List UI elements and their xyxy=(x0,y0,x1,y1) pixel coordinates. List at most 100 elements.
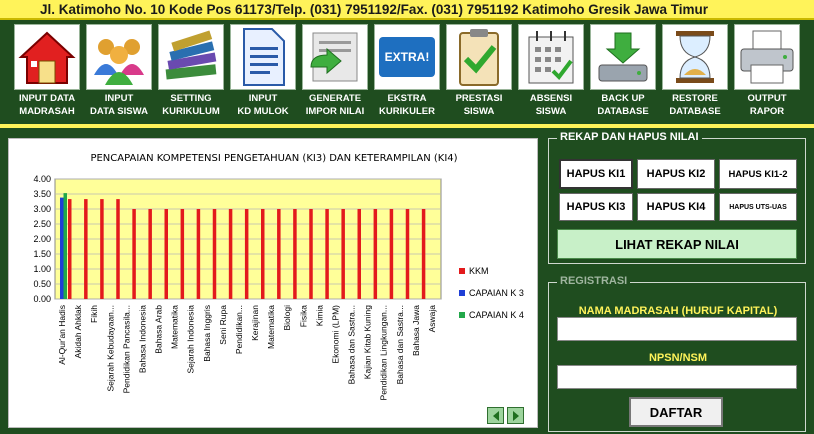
nama-madrasah-label: NAMA MADRASAH (HURUF KAPITAL) xyxy=(578,305,778,317)
toolbar-label: RESTORE xyxy=(672,93,718,104)
input-data-siswa-button[interactable]: INPUT DATA SISWA xyxy=(84,24,154,124)
rekap-legend: REKAP DAN HAPUS NILAI xyxy=(557,131,702,143)
daftar-button[interactable]: DAFTAR xyxy=(629,397,723,427)
y-tick-label: 0.00 xyxy=(33,294,51,304)
x-tick-label: Pendidikan Pancasila... xyxy=(121,305,131,393)
hapus-uts-uas-button[interactable]: HAPUS UTS-UAS xyxy=(719,193,797,221)
y-tick-label: 3.50 xyxy=(33,189,51,199)
bar xyxy=(277,209,281,299)
bar xyxy=(84,199,88,299)
npsn-input[interactable] xyxy=(557,365,797,389)
hapus-ki1-button[interactable]: HAPUS KI1 xyxy=(559,159,633,189)
generate-impor-nilai-button[interactable]: GENERATE IMPOR NILAI xyxy=(300,24,370,124)
y-tick-label: 1.50 xyxy=(33,249,51,259)
x-tick-label: Bahasa Arab xyxy=(154,305,164,354)
toolbar-label: DATABASE xyxy=(669,106,721,117)
toolbar-label: KD MULOK xyxy=(237,106,289,117)
x-tick-label: Akidah Ahklak xyxy=(73,304,83,358)
toolbar-label: INPUT xyxy=(104,93,134,104)
x-tick-label: Fisika xyxy=(298,305,308,327)
x-tick-label: Seni Rupa xyxy=(218,305,228,345)
toolbar-label: RAPOR xyxy=(749,106,785,117)
toolbar-label: INPUT DATA xyxy=(18,93,76,104)
bar xyxy=(309,209,313,299)
nama-madrasah-input[interactable] xyxy=(557,317,797,341)
toolbar-label: GENERATE xyxy=(308,93,362,104)
bar xyxy=(196,209,201,299)
output-rapor-button[interactable]: OUTPUT RAPOR xyxy=(732,24,802,124)
prestasi-siswa-button[interactable]: PRESTASI SISWA xyxy=(444,24,514,124)
toolbar-label: BACK UP xyxy=(601,93,645,104)
legend-label: KKM xyxy=(469,266,489,276)
input-data-madrasah-button[interactable]: INPUT DATA MADRASAH xyxy=(12,24,82,124)
bar xyxy=(261,209,265,299)
bar xyxy=(132,209,136,299)
hapus-ki4-button[interactable]: HAPUS KI4 xyxy=(637,193,715,221)
hapus-ki2-button[interactable]: HAPUS KI2 xyxy=(637,159,715,189)
arrow-left-icon xyxy=(492,410,499,421)
toolbar-label: MADRASAH xyxy=(19,106,75,117)
registrasi-legend: REGISTRASI xyxy=(557,275,631,287)
bar xyxy=(293,209,297,299)
y-tick-label: 3.00 xyxy=(33,204,51,214)
chart-title: PENCAPAIAN KOMPETENSI PENGETAHUAN (KI3) … xyxy=(90,153,457,164)
input-kd-mulok-button[interactable]: INPUT KD MULOK xyxy=(228,24,298,124)
bar xyxy=(63,193,67,299)
hapus-ki1-2-button[interactable]: HAPUS KI1-2 xyxy=(719,159,797,189)
toolbar-label: EKSTRA xyxy=(387,93,427,104)
chart-panel: PENCAPAIAN KOMPETENSI PENGETAHUAN (KI3) … xyxy=(8,138,538,428)
bar xyxy=(68,199,72,299)
bar xyxy=(100,199,104,299)
backup-drive-icon xyxy=(590,24,656,90)
bar xyxy=(357,209,361,299)
import-icon xyxy=(302,24,368,90)
toolbar-label: SETTING xyxy=(170,93,212,104)
hapus-ki3-button[interactable]: HAPUS KI3 xyxy=(559,193,633,221)
bar xyxy=(405,209,410,299)
toolbar-label: DATA SISWA xyxy=(90,106,148,117)
lihat-rekap-nilai-button[interactable]: LIHAT REKAP NILAI xyxy=(557,229,797,259)
prev-page-button[interactable] xyxy=(487,407,504,424)
house-icon xyxy=(14,24,80,90)
toolbar-label: INPUT xyxy=(248,93,278,104)
toolbar-label: OUTPUT xyxy=(747,93,787,104)
toolbar-label: IMPOR NILAI xyxy=(305,106,365,117)
extra-icon: EXTRA! xyxy=(374,24,440,90)
bar xyxy=(212,209,217,299)
x-tick-label: Kajian Kitab Kuning xyxy=(363,305,373,379)
x-tick-label: Biologi xyxy=(282,305,292,331)
backup-database-button[interactable]: BACK UP DATABASE xyxy=(588,24,658,124)
setting-kurikulum-button[interactable]: SETTING KURIKULUM xyxy=(156,24,226,124)
toolbar-label: SISWA xyxy=(535,106,567,117)
legend-label: CAPAIAN K 3 xyxy=(469,288,524,298)
rekap-panel: REKAP DAN HAPUS NILAI HAPUS KI1 HAPUS KI… xyxy=(548,131,806,264)
x-tick-label: Bahasa dan Sastra... xyxy=(395,305,405,384)
main-toolbar: INPUT DATA MADRASAH INPUT DATA SISWA SETTI… xyxy=(0,20,814,124)
hourglass-icon xyxy=(662,24,728,90)
toolbar-divider xyxy=(0,124,814,128)
legend-swatch xyxy=(459,268,465,274)
bar xyxy=(421,209,426,299)
x-tick-label: Bahasa Indonesia xyxy=(137,305,147,373)
ekstra-kurikuler-button[interactable]: EXTRA! EKSTRA KURIKULER xyxy=(372,24,442,124)
x-tick-label: Aswaja xyxy=(427,305,437,333)
bar xyxy=(389,209,394,299)
y-tick-label: 2.50 xyxy=(33,219,51,229)
arrow-right-icon xyxy=(512,410,519,421)
x-tick-label: Bahasa Inggris xyxy=(202,305,212,362)
legend-label: CAPAIAN K 4 xyxy=(469,310,524,320)
x-tick-label: Fikih xyxy=(89,305,99,323)
printer-icon xyxy=(734,24,800,90)
toolbar-label: KURIKULUM xyxy=(162,106,220,117)
y-tick-label: 0.50 xyxy=(33,279,51,289)
bar xyxy=(60,197,64,299)
x-tick-label: Pendidikan Lingkungan... xyxy=(379,305,389,400)
toolbar-label: ABSENSI xyxy=(529,93,573,104)
bar xyxy=(341,209,345,299)
absensi-siswa-button[interactable]: ABSENSI SISWA xyxy=(516,24,586,124)
bar xyxy=(180,209,185,299)
books-icon xyxy=(158,24,224,90)
restore-database-button[interactable]: RESTORE DATABASE xyxy=(660,24,730,124)
toolbar-label: KURIKULER xyxy=(379,106,435,117)
next-page-button[interactable] xyxy=(507,407,524,424)
